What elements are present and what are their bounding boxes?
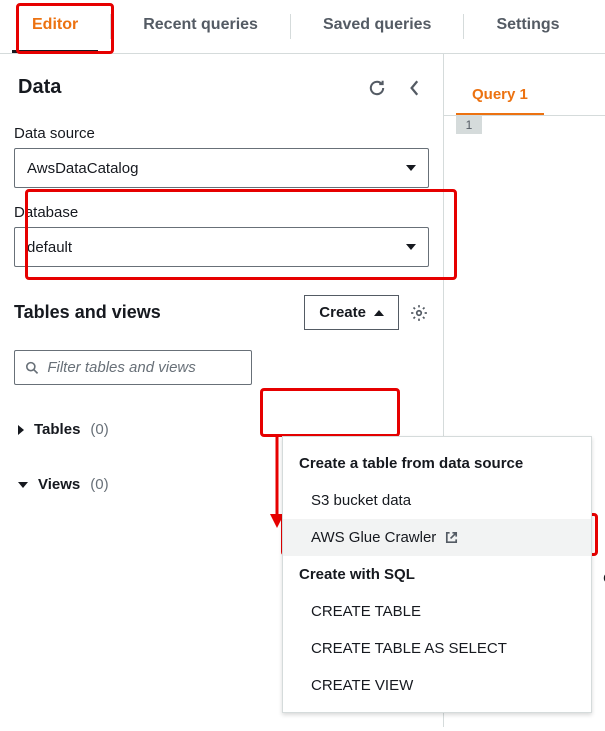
data-source-label: Data source xyxy=(14,125,429,142)
database-label: Database xyxy=(14,204,429,221)
chevron-up-icon xyxy=(374,310,384,316)
tables-views-actions: Create xyxy=(304,295,429,330)
filter-input[interactable] xyxy=(47,359,241,376)
menu-item-create-table[interactable]: CREATE TABLE xyxy=(283,593,591,630)
menu-header-data-source: Create a table from data source xyxy=(283,445,591,482)
collapse-icon[interactable] xyxy=(405,78,425,98)
create-button[interactable]: Create xyxy=(304,295,399,330)
tables-views-header: Tables and views Create xyxy=(14,295,429,330)
tab-separator xyxy=(290,14,291,39)
tables-count: (0) xyxy=(90,421,108,438)
chevron-right-icon xyxy=(18,425,24,435)
views-label: Views xyxy=(38,476,80,493)
tables-views-title: Tables and views xyxy=(14,302,161,323)
data-source-select[interactable]: AwsDataCatalog xyxy=(14,148,429,188)
tab-settings[interactable]: Settings xyxy=(476,0,579,53)
menu-header-sql: Create with SQL xyxy=(283,556,591,593)
chevron-down-icon xyxy=(406,244,416,250)
refresh-icon[interactable] xyxy=(367,78,387,98)
line-number: 1 xyxy=(456,116,482,134)
tab-saved-queries[interactable]: Saved queries xyxy=(303,0,452,53)
query-tab-1[interactable]: Query 1 xyxy=(456,76,544,115)
menu-item-glue-crawler[interactable]: AWS Glue Crawler xyxy=(283,519,591,556)
database-field: Database default xyxy=(14,204,429,267)
query-tabs: Query 1 xyxy=(444,54,605,116)
tab-separator xyxy=(110,14,111,39)
tab-editor[interactable]: Editor xyxy=(12,0,98,53)
editor-gutter: 1 xyxy=(444,116,605,134)
top-navigation: Editor Recent queries Saved queries Sett… xyxy=(0,0,605,54)
data-panel: Data Data source AwsDataCatalog Database… xyxy=(0,54,444,727)
tab-recent-queries[interactable]: Recent queries xyxy=(123,0,278,53)
data-panel-header: Data xyxy=(14,76,429,99)
data-panel-title: Data xyxy=(18,76,61,99)
data-source-field: Data source AwsDataCatalog xyxy=(14,125,429,188)
data-source-value: AwsDataCatalog xyxy=(27,160,138,177)
tab-separator xyxy=(463,14,464,39)
menu-item-s3-bucket[interactable]: S3 bucket data xyxy=(283,482,591,519)
filter-box[interactable] xyxy=(14,350,252,385)
main-area: Data Data source AwsDataCatalog Database… xyxy=(0,54,605,727)
panel-action-icons xyxy=(367,78,425,98)
chevron-down-icon xyxy=(406,165,416,171)
database-select[interactable]: default xyxy=(14,227,429,267)
create-dropdown-menu: Create a table from data source S3 bucke… xyxy=(282,436,592,713)
menu-item-glue-crawler-label: AWS Glue Crawler xyxy=(311,529,436,546)
database-value: default xyxy=(27,239,72,256)
menu-item-create-view[interactable]: CREATE VIEW xyxy=(283,667,591,704)
tables-label: Tables xyxy=(34,421,80,438)
menu-item-create-table-as-select[interactable]: CREATE TABLE AS SELECT xyxy=(283,630,591,667)
external-link-icon xyxy=(444,530,459,545)
gear-icon[interactable] xyxy=(409,303,429,323)
chevron-down-icon xyxy=(18,482,28,488)
create-button-label: Create xyxy=(319,304,366,321)
search-icon xyxy=(25,360,39,376)
views-count: (0) xyxy=(90,476,108,493)
